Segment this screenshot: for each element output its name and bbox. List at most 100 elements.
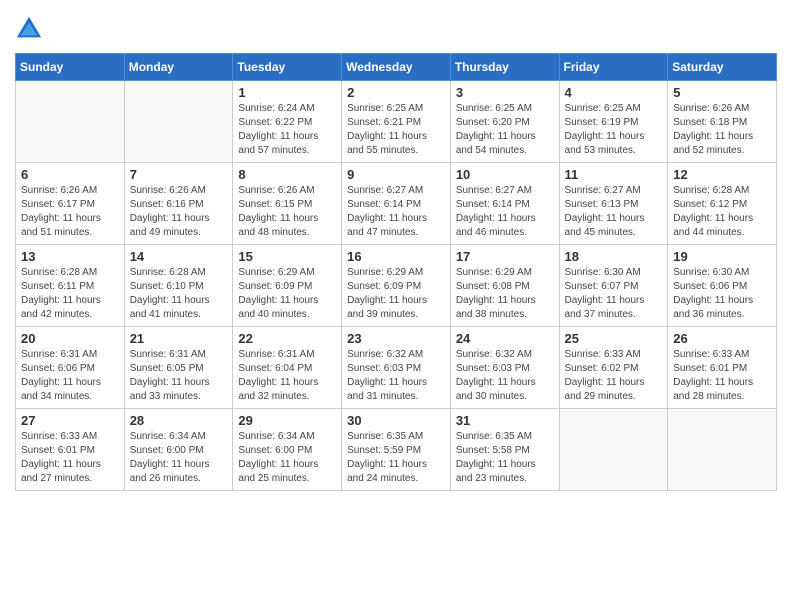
day-info: Sunrise: 6:33 AM Sunset: 6:01 PM Dayligh… [21, 430, 119, 486]
logo [15, 15, 47, 43]
logo-icon [15, 15, 43, 43]
day-info: Sunrise: 6:31 AM Sunset: 6:05 PM Dayligh… [130, 348, 228, 404]
day-info: Sunrise: 6:27 AM Sunset: 6:14 PM Dayligh… [347, 184, 445, 240]
day-cell: 4 Sunrise: 6:25 AM Sunset: 6:19 PM Daylig… [559, 81, 668, 163]
day-cell: 19 Sunrise: 6:30 AM Sunset: 6:06 PM Dayli… [668, 245, 777, 327]
day-cell: 2 Sunrise: 6:25 AM Sunset: 6:21 PM Daylig… [342, 81, 451, 163]
page-header [15, 15, 777, 43]
day-number: 22 [238, 331, 336, 346]
header-cell-thursday: Thursday [450, 54, 559, 81]
day-cell: 13Sunrise: 6:28 AM Sunset: 6:11 PM Dayli… [16, 245, 125, 327]
day-cell: 15 Sunrise: 6:29 AM Sunset: 6:09 PM Dayli… [233, 245, 342, 327]
day-number: 15 [238, 249, 336, 264]
header-cell-wednesday: Wednesday [342, 54, 451, 81]
day-number: 21 [130, 331, 228, 346]
day-number: 13 [21, 249, 119, 264]
day-info: Sunrise: 6:33 AM Sunset: 6:02 PM Dayligh… [565, 348, 663, 404]
day-cell: 29Sunrise: 6:34 AM Sunset: 6:00 PM Dayli… [233, 409, 342, 491]
day-number: 18 [565, 249, 663, 264]
day-number: 2 [347, 85, 445, 100]
day-cell: 16 Sunrise: 6:29 AM Sunset: 6:09 PM Dayli… [342, 245, 451, 327]
day-number: 14 [130, 249, 228, 264]
day-cell: 8 Sunrise: 6:26 AM Sunset: 6:15 PM Daylig… [233, 163, 342, 245]
day-info: Sunrise: 6:24 AM Sunset: 6:22 PM Dayligh… [238, 102, 336, 158]
day-cell: 20 Sunrise: 6:31 AM Sunset: 6:06 PM Dayli… [16, 327, 125, 409]
day-number: 6 [21, 167, 119, 182]
day-number: 9 [347, 167, 445, 182]
day-number: 26 [673, 331, 771, 346]
day-cell [16, 81, 125, 163]
day-cell: 21 Sunrise: 6:31 AM Sunset: 6:05 PM Dayli… [124, 327, 233, 409]
day-info: Sunrise: 6:31 AM Sunset: 6:04 PM Dayligh… [238, 348, 336, 404]
day-cell: 23 Sunrise: 6:32 AM Sunset: 6:03 PM Dayli… [342, 327, 451, 409]
calendar-table: SundayMondayTuesdayWednesdayThursdayFrid… [15, 53, 777, 491]
day-info: Sunrise: 6:29 AM Sunset: 6:09 PM Dayligh… [238, 266, 336, 322]
day-number: 28 [130, 413, 228, 428]
day-info: Sunrise: 6:28 AM Sunset: 6:12 PM Dayligh… [673, 184, 771, 240]
week-row-2: 13Sunrise: 6:28 AM Sunset: 6:11 PM Dayli… [16, 245, 777, 327]
day-cell: 30Sunrise: 6:35 AM Sunset: 5:59 PM Dayli… [342, 409, 451, 491]
day-number: 12 [673, 167, 771, 182]
day-info: Sunrise: 6:26 AM Sunset: 6:18 PM Dayligh… [673, 102, 771, 158]
day-number: 16 [347, 249, 445, 264]
day-cell: 12 Sunrise: 6:28 AM Sunset: 6:12 PM Dayli… [668, 163, 777, 245]
day-info: Sunrise: 6:26 AM Sunset: 6:15 PM Dayligh… [238, 184, 336, 240]
day-cell: 26 Sunrise: 6:33 AM Sunset: 6:01 PM Dayli… [668, 327, 777, 409]
day-info: Sunrise: 6:35 AM Sunset: 5:59 PM Dayligh… [347, 430, 445, 486]
day-number: 17 [456, 249, 554, 264]
day-info: Sunrise: 6:33 AM Sunset: 6:01 PM Dayligh… [673, 348, 771, 404]
day-number: 24 [456, 331, 554, 346]
day-number: 27 [21, 413, 119, 428]
day-cell: 18 Sunrise: 6:30 AM Sunset: 6:07 PM Dayli… [559, 245, 668, 327]
day-cell: 10 Sunrise: 6:27 AM Sunset: 6:14 PM Dayli… [450, 163, 559, 245]
day-info: Sunrise: 6:31 AM Sunset: 6:06 PM Dayligh… [21, 348, 119, 404]
day-number: 11 [565, 167, 663, 182]
day-cell: 6 Sunrise: 6:26 AM Sunset: 6:17 PM Daylig… [16, 163, 125, 245]
day-cell: 7Sunrise: 6:26 AM Sunset: 6:16 PM Daylig… [124, 163, 233, 245]
day-number: 23 [347, 331, 445, 346]
day-number: 1 [238, 85, 336, 100]
header-cell-monday: Monday [124, 54, 233, 81]
header-row: SundayMondayTuesdayWednesdayThursdayFrid… [16, 54, 777, 81]
day-cell: 28 Sunrise: 6:34 AM Sunset: 6:00 PM Dayli… [124, 409, 233, 491]
header-cell-tuesday: Tuesday [233, 54, 342, 81]
day-info: Sunrise: 6:25 AM Sunset: 6:21 PM Dayligh… [347, 102, 445, 158]
day-info: Sunrise: 6:27 AM Sunset: 6:14 PM Dayligh… [456, 184, 554, 240]
day-number: 3 [456, 85, 554, 100]
day-cell [124, 81, 233, 163]
day-info: Sunrise: 6:30 AM Sunset: 6:07 PM Dayligh… [565, 266, 663, 322]
day-info: Sunrise: 6:27 AM Sunset: 6:13 PM Dayligh… [565, 184, 663, 240]
day-info: Sunrise: 6:29 AM Sunset: 6:09 PM Dayligh… [347, 266, 445, 322]
day-cell: 3 Sunrise: 6:25 AM Sunset: 6:20 PM Daylig… [450, 81, 559, 163]
day-number: 7 [130, 167, 228, 182]
day-info: Sunrise: 6:32 AM Sunset: 6:03 PM Dayligh… [347, 348, 445, 404]
day-info: Sunrise: 6:26 AM Sunset: 6:17 PM Dayligh… [21, 184, 119, 240]
day-number: 31 [456, 413, 554, 428]
calendar-body: 1 Sunrise: 6:24 AM Sunset: 6:22 PM Daylig… [16, 81, 777, 491]
day-number: 19 [673, 249, 771, 264]
day-cell: 25Sunrise: 6:33 AM Sunset: 6:02 PM Dayli… [559, 327, 668, 409]
day-cell: 11 Sunrise: 6:27 AM Sunset: 6:13 PM Dayli… [559, 163, 668, 245]
day-cell: 9 Sunrise: 6:27 AM Sunset: 6:14 PM Daylig… [342, 163, 451, 245]
day-cell: 5 Sunrise: 6:26 AM Sunset: 6:18 PM Daylig… [668, 81, 777, 163]
day-number: 4 [565, 85, 663, 100]
day-info: Sunrise: 6:30 AM Sunset: 6:06 PM Dayligh… [673, 266, 771, 322]
day-info: Sunrise: 6:25 AM Sunset: 6:20 PM Dayligh… [456, 102, 554, 158]
day-cell: 17Sunrise: 6:29 AM Sunset: 6:08 PM Dayli… [450, 245, 559, 327]
day-number: 29 [238, 413, 336, 428]
day-info: Sunrise: 6:28 AM Sunset: 6:10 PM Dayligh… [130, 266, 228, 322]
day-cell: 31 Sunrise: 6:35 AM Sunset: 5:58 PM Dayli… [450, 409, 559, 491]
day-cell: 27 Sunrise: 6:33 AM Sunset: 6:01 PM Dayli… [16, 409, 125, 491]
day-info: Sunrise: 6:34 AM Sunset: 6:00 PM Dayligh… [130, 430, 228, 486]
day-number: 8 [238, 167, 336, 182]
header-cell-sunday: Sunday [16, 54, 125, 81]
day-info: Sunrise: 6:32 AM Sunset: 6:03 PM Dayligh… [456, 348, 554, 404]
day-info: Sunrise: 6:35 AM Sunset: 5:58 PM Dayligh… [456, 430, 554, 486]
day-number: 10 [456, 167, 554, 182]
day-cell: 1 Sunrise: 6:24 AM Sunset: 6:22 PM Daylig… [233, 81, 342, 163]
day-number: 5 [673, 85, 771, 100]
week-row-0: 1 Sunrise: 6:24 AM Sunset: 6:22 PM Daylig… [16, 81, 777, 163]
day-number: 20 [21, 331, 119, 346]
day-info: Sunrise: 6:25 AM Sunset: 6:19 PM Dayligh… [565, 102, 663, 158]
day-cell: 24 Sunrise: 6:32 AM Sunset: 6:03 PM Dayli… [450, 327, 559, 409]
